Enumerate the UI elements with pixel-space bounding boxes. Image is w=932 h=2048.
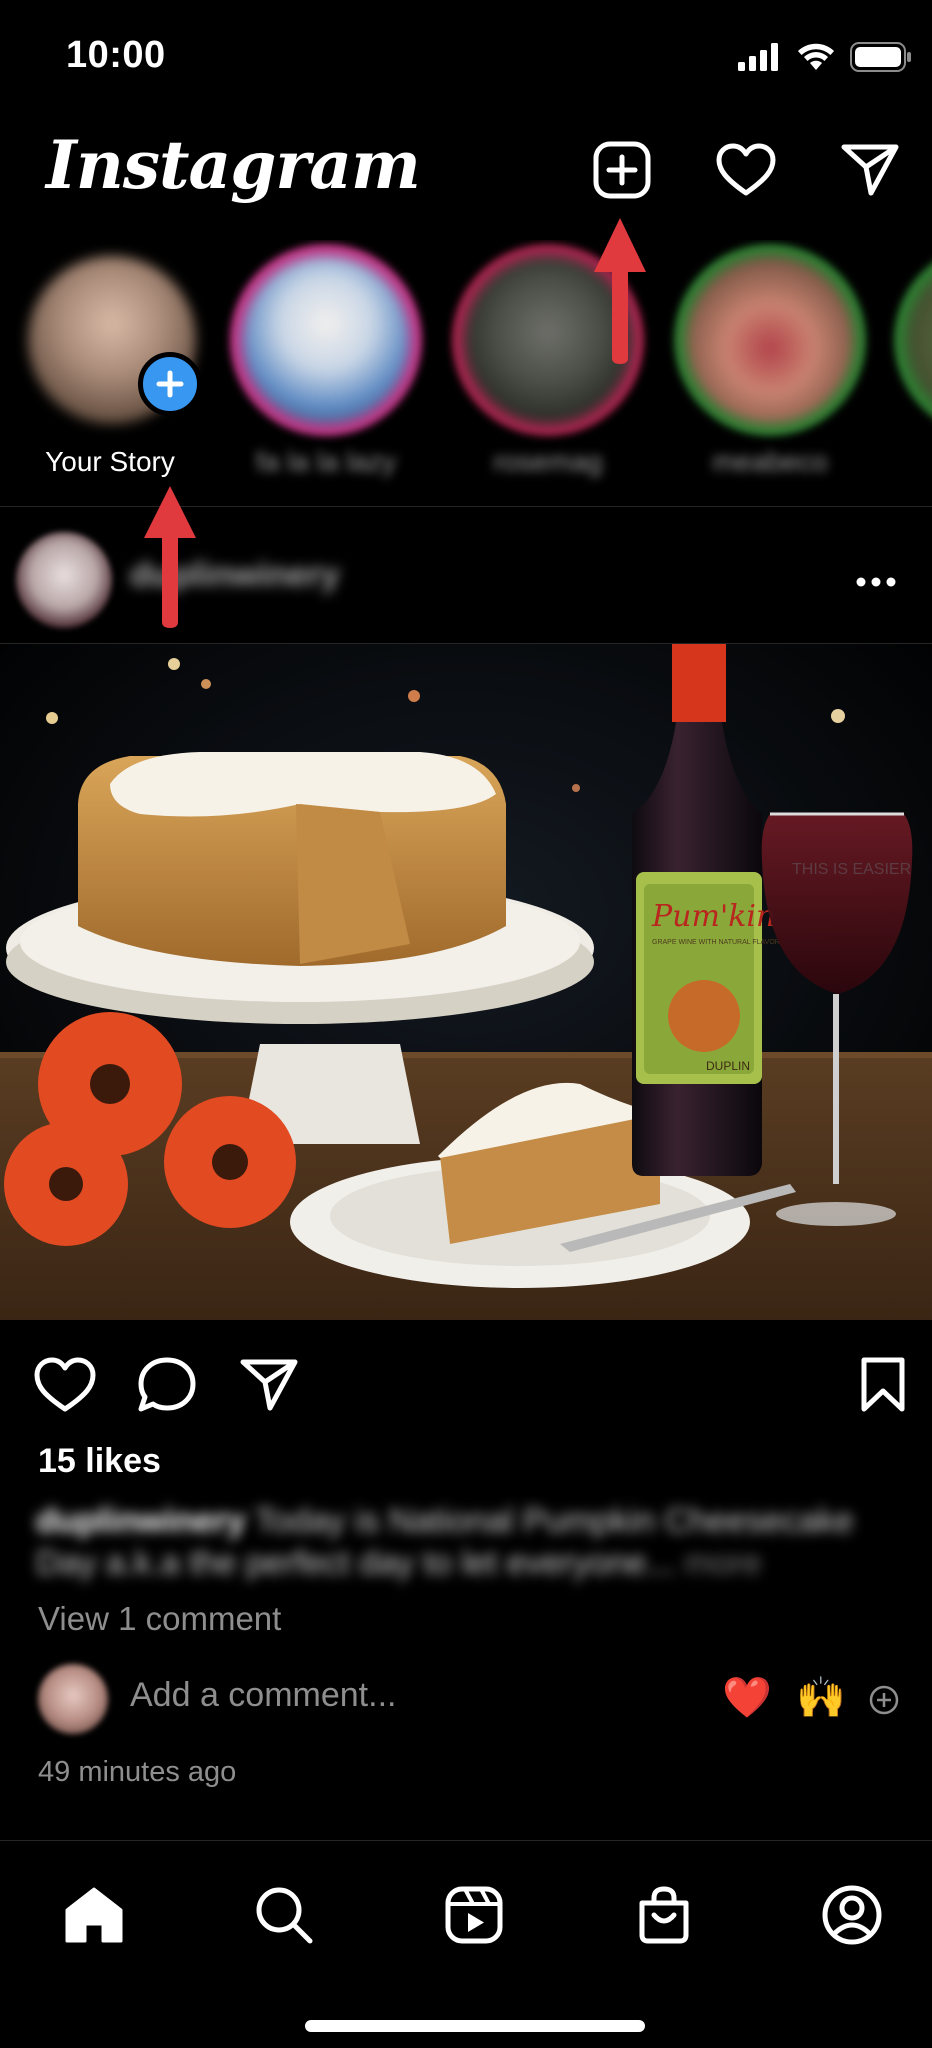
post-actions [0,1340,932,1420]
heart-emoji-button[interactable]: ❤️ [722,1674,772,1721]
tab-profile[interactable] [810,1873,894,1957]
wifi-icon [798,43,834,70]
tab-shop[interactable] [622,1873,706,1957]
cellular-signal-icon [738,43,778,71]
status-icons [738,42,912,72]
new-post-icon [593,141,651,199]
post-author-avatar[interactable] [16,532,112,628]
tab-search[interactable] [242,1873,326,1957]
post-image[interactable]: Pum'kin GRAPE WINE WITH NATURAL FLAVOR D… [0,644,932,1320]
annotation-arrow-new-post [594,218,646,364]
caption-username[interactable]: duplinwinery [36,1502,246,1540]
story-label: fa la la lazy [255,446,397,477]
svg-text:DUPLIN: DUPLIN [706,1059,750,1073]
tab-home[interactable] [52,1873,136,1957]
story-label: Your Story [45,446,175,477]
app-header: Instagram [0,120,932,240]
raised-hands-emoji-button[interactable]: 🙌 [796,1674,846,1721]
svg-text:THIS IS EASIER: THIS IS EASIER [792,861,911,878]
story-label: meabeco [712,446,828,477]
status-bar: 10:00 [0,0,932,120]
view-comments-link[interactable]: View 1 comment [38,1600,281,1638]
tab-reels[interactable] [432,1873,516,1957]
instagram-logo[interactable]: Instagram [46,126,421,204]
comment-input[interactable] [130,1676,690,1715]
story-avatar [242,256,410,424]
save-button[interactable] [848,1350,918,1420]
activity-button[interactable] [714,138,778,202]
plus-icon [156,370,184,398]
bookmark-icon [861,1357,905,1412]
story-label: rosemag [493,446,603,477]
svg-text:Pum'kin: Pum'kin [651,899,775,934]
story-avatar [686,256,854,424]
add-comment-row: ❤️ 🙌 [0,1664,932,1734]
post-options-button[interactable] [846,552,906,612]
search-icon [256,1887,313,1944]
more-horizontal-icon [856,577,896,587]
post-photo: Pum'kin GRAPE WINE WITH NATURAL FLAVOR D… [0,644,932,1320]
comment-icon [138,1357,196,1412]
current-user-avatar [38,1664,108,1734]
heart-icon [34,1357,96,1412]
likes-count[interactable]: 15 likes [38,1442,161,1481]
svg-text:GRAPE WINE WITH NATURAL FLAVOR: GRAPE WINE WITH NATURAL FLAVOR [652,939,780,946]
post-timestamp: 49 minutes ago [38,1756,237,1788]
comment-button[interactable] [132,1350,202,1420]
home-indicator[interactable] [305,2020,645,2032]
profile-icon [822,1885,882,1945]
annotation-arrow-your-story [144,486,196,628]
reels-icon [445,1886,503,1944]
post-caption[interactable]: duplinwinery Today is National Pumpkin C… [36,1500,906,1584]
battery-icon [850,42,911,72]
status-time: 10:00 [66,34,166,76]
add-story-button[interactable] [138,352,202,416]
heart-icon [716,143,776,196]
bottom-tab-bar [0,1840,932,2048]
shop-icon [639,1886,689,1944]
direct-message-icon [240,1359,298,1411]
direct-messages-button[interactable] [838,138,902,202]
stories-tray: Your Story fa la la lazy rosemag meabeco [0,240,932,506]
like-button[interactable] [30,1350,100,1420]
direct-message-icon [841,144,899,196]
share-button[interactable] [234,1350,304,1420]
caption-more-link[interactable]: more [684,1544,761,1582]
add-emoji-icon[interactable] [868,1684,900,1716]
home-icon [65,1887,123,1943]
new-post-button[interactable] [590,138,654,202]
